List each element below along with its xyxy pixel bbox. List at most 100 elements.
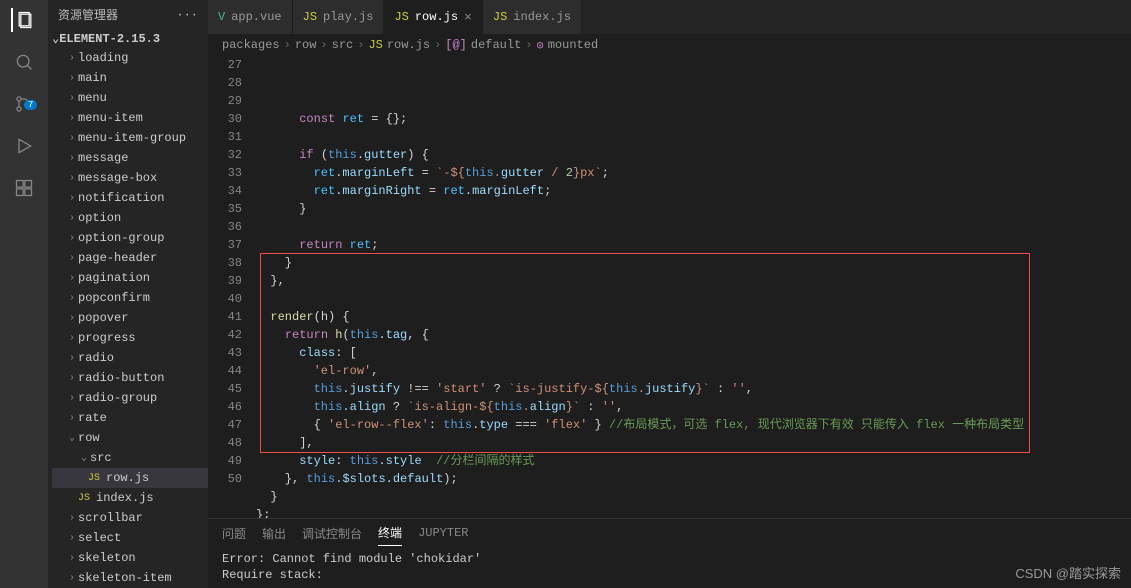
code-content[interactable]: const ret = {}; if (this.gutter) { ret.m…: [256, 56, 1091, 518]
folder-item[interactable]: ⌄row: [52, 428, 208, 448]
search-icon[interactable]: [12, 50, 36, 74]
tree-label: src: [90, 451, 112, 465]
code-line[interactable]: return ret;: [256, 236, 1091, 254]
tree-label: main: [78, 71, 107, 85]
terminal-tab[interactable]: JUPYTER: [418, 522, 468, 544]
editor-tab[interactable]: JSrow.js×: [384, 0, 482, 34]
tree-label: radio-button: [78, 371, 164, 385]
code-line[interactable]: const ret = {};: [256, 110, 1091, 128]
code-line[interactable]: render(h) {: [256, 308, 1091, 326]
folder-item[interactable]: ⌄src: [52, 448, 208, 468]
tree-label: progress: [78, 331, 136, 345]
file-item[interactable]: JSrow.js: [52, 468, 208, 488]
code-line[interactable]: }: [256, 488, 1091, 506]
more-icon[interactable]: ···: [176, 8, 198, 22]
code-line[interactable]: }, this.$slots.default);: [256, 470, 1091, 488]
main-area: Vapp.vueJSplay.jsJSrow.js×JSindex.js pac…: [208, 0, 1131, 588]
editor-tab[interactable]: Vapp.vue: [208, 0, 293, 34]
folder-item[interactable]: ›main: [52, 68, 208, 88]
folder-item[interactable]: ›message: [52, 148, 208, 168]
folder-item[interactable]: ›menu-item: [52, 108, 208, 128]
folder-item[interactable]: ›radio-group: [52, 388, 208, 408]
folder-item[interactable]: ›scrollbar: [52, 508, 208, 528]
section-header[interactable]: ⌄ ELEMENT-2.15.3: [48, 29, 208, 48]
editor-tab[interactable]: JSindex.js: [483, 0, 582, 34]
code-line[interactable]: { 'el-row--flex': this.type === 'flex' }…: [256, 416, 1091, 434]
chevron-right-icon: ›: [66, 513, 78, 524]
tree-label: select: [78, 531, 121, 545]
terminal-tab[interactable]: 调试控制台: [302, 521, 362, 546]
folder-item[interactable]: ›option-group: [52, 228, 208, 248]
sidebar: 资源管理器 ··· ⌄ ELEMENT-2.15.3 ›loading›main…: [48, 0, 208, 588]
folder-item[interactable]: ›skeleton-item: [52, 568, 208, 588]
code-line[interactable]: return h(this.tag, {: [256, 326, 1091, 344]
folder-item[interactable]: ›page-header: [52, 248, 208, 268]
tree-label: radio: [78, 351, 114, 365]
editor-tab[interactable]: JSplay.js: [293, 0, 385, 34]
terminal-tab[interactable]: 输出: [262, 521, 286, 546]
folder-item[interactable]: ›pagination: [52, 268, 208, 288]
chevron-right-icon: ›: [66, 293, 78, 304]
breadcrumb[interactable]: packages›row›src›JSrow.js›[@]default›⊙mo…: [208, 34, 1131, 56]
breadcrumb-item[interactable]: row: [295, 38, 317, 52]
code-line[interactable]: ret.marginRight = ret.marginLeft;: [256, 182, 1091, 200]
breadcrumb-item[interactable]: src: [332, 38, 354, 52]
folder-item[interactable]: ›option: [52, 208, 208, 228]
close-icon[interactable]: ×: [464, 10, 472, 25]
sidebar-title: 资源管理器: [58, 6, 118, 23]
folder-item[interactable]: ›menu: [52, 88, 208, 108]
breadcrumb-icon: ⊙: [537, 38, 544, 53]
run-icon[interactable]: [12, 134, 36, 158]
code-line[interactable]: }: [256, 254, 1091, 272]
tree-label: menu-item-group: [78, 131, 186, 145]
folder-item[interactable]: ›progress: [52, 328, 208, 348]
tab-label: index.js: [513, 10, 571, 24]
folder-item[interactable]: ›rate: [52, 408, 208, 428]
folder-item[interactable]: ›popover: [52, 308, 208, 328]
tree-label: page-header: [78, 251, 157, 265]
breadcrumb-item[interactable]: packages: [222, 38, 280, 52]
code-line[interactable]: [256, 290, 1091, 308]
folder-item[interactable]: ›message-box: [52, 168, 208, 188]
tree-label: row.js: [106, 471, 149, 485]
folder-item[interactable]: ›menu-item-group: [52, 128, 208, 148]
code-line[interactable]: }: [256, 200, 1091, 218]
folder-item[interactable]: ›radio-button: [52, 368, 208, 388]
terminal-tab[interactable]: 终端: [378, 520, 402, 546]
code-line[interactable]: [256, 218, 1091, 236]
code-line[interactable]: style: this.style //分栏间隔的样式: [256, 452, 1091, 470]
folder-item[interactable]: ›skeleton: [52, 548, 208, 568]
code-line[interactable]: [256, 128, 1091, 146]
breadcrumb-item[interactable]: row.js: [387, 38, 430, 52]
breadcrumb-item[interactable]: mounted: [548, 38, 598, 52]
folder-item[interactable]: ›loading: [52, 48, 208, 68]
explorer-icon[interactable]: [11, 8, 35, 32]
code-line[interactable]: };: [256, 506, 1091, 518]
code-line[interactable]: 'el-row',: [256, 362, 1091, 380]
code-line[interactable]: class: [: [256, 344, 1091, 362]
file-item[interactable]: JSindex.js: [52, 488, 208, 508]
code-line[interactable]: ],: [256, 434, 1091, 452]
terminal-line: Require stack:: [222, 567, 1117, 583]
minimap[interactable]: [1091, 56, 1131, 518]
extensions-icon[interactable]: [12, 176, 36, 200]
tree-label: message-box: [78, 171, 157, 185]
terminal-tab[interactable]: 问题: [222, 521, 246, 546]
chevron-right-icon: ›: [66, 333, 78, 344]
folder-item[interactable]: ›notification: [52, 188, 208, 208]
chevron-right-icon: ›: [66, 393, 78, 404]
code-line[interactable]: if (this.gutter) {: [256, 146, 1091, 164]
folder-item[interactable]: ›select: [52, 528, 208, 548]
tree-label: pagination: [78, 271, 150, 285]
code-line[interactable]: ret.marginLeft = `-${this.gutter / 2}px`…: [256, 164, 1091, 182]
scm-badge: 7: [24, 100, 37, 110]
code-line[interactable]: this.align ? `is-align-${this.align}` : …: [256, 398, 1091, 416]
code-editor[interactable]: 2728293031323334353637383940414243444546…: [208, 56, 1131, 518]
folder-item[interactable]: ›popconfirm: [52, 288, 208, 308]
folder-item[interactable]: ›radio: [52, 348, 208, 368]
file-type-icon: JS: [394, 10, 408, 24]
code-line[interactable]: this.justify !== 'start' ? `is-justify-$…: [256, 380, 1091, 398]
code-line[interactable]: },: [256, 272, 1091, 290]
terminal-body[interactable]: Error: Cannot find module 'chokidar'Requ…: [208, 547, 1131, 588]
breadcrumb-item[interactable]: default: [471, 38, 521, 52]
